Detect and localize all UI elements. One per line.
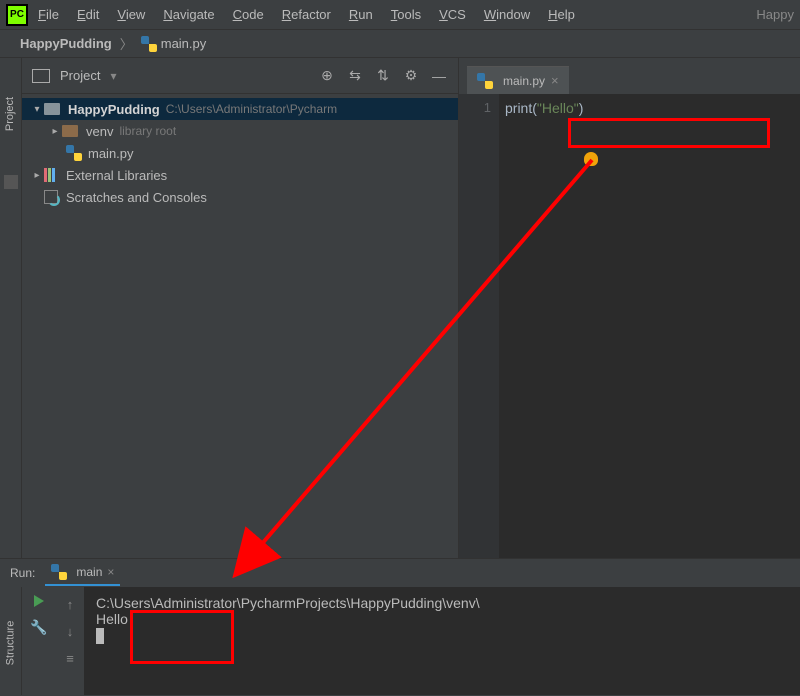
code-token-fn: print [505,100,532,116]
pycharm-logo-icon: PC [6,4,28,26]
tree-item-hint: library root [119,124,176,138]
editor-body[interactable]: 1 print("Hello") [459,94,800,558]
code-token-str: "Hello" [537,100,579,116]
chevron-right-icon: ▸ [48,126,62,137]
project-tree: ▾ HappyPudding C:\Users\Administrator\Py… [22,94,458,212]
python-file-icon [141,36,157,52]
breadcrumb: HappyPudding 〉 main.py [0,30,800,58]
menu-view[interactable]: View [117,7,145,22]
run-play-icon[interactable] [34,595,44,607]
overflow-icon[interactable]: ≡ [66,651,74,666]
menu-code[interactable]: Code [233,7,264,22]
editor-pane: main.py × 1 print("Hello") [458,58,800,558]
tree-item-label: Scratches and Consoles [66,190,207,205]
menu-help[interactable]: Help [548,7,575,22]
cursor-icon [96,628,104,644]
menu-window[interactable]: Window [484,7,530,22]
tree-root-path: C:\Users\Administrator\Pycharm [166,102,337,116]
tool-tab-icon[interactable] [4,175,18,189]
menu-file[interactable]: File [38,7,59,22]
python-file-icon [477,73,493,89]
expand-icon[interactable]: ⇆ [346,67,364,85]
editor-tab-label: main.py [503,74,545,88]
intention-bulb-icon[interactable] [584,152,598,166]
locate-icon[interactable]: ⊕ [318,67,336,85]
project-pane-header: Project ▾ ⊕ ⇆ ⇅ ⚙ — [22,58,458,94]
run-panel: Run: main × Structure 🔧 ↑ ↓ ≡ C:\Users\A… [0,558,800,695]
tree-scratches[interactable]: Scratches and Consoles [22,186,458,208]
code-area[interactable]: print("Hello") [499,94,800,558]
project-tool-tab[interactable]: Project [5,97,17,131]
line-number: 1 [459,100,491,115]
breadcrumb-separator-icon: 〉 [120,34,133,53]
console-output[interactable]: C:\Users\Administrator\PycharmProjects\H… [84,587,800,695]
menu-bar: PC File Edit View Navigate Code Refactor… [0,0,800,30]
menu-vcs[interactable]: VCS [439,7,466,22]
run-tab-main[interactable]: main × [45,560,120,586]
tree-root[interactable]: ▾ HappyPudding C:\Users\Administrator\Py… [22,98,458,120]
tree-item-label: main.py [88,146,134,161]
python-file-icon [51,564,67,580]
chevron-right-icon: ▸ [30,170,44,181]
libraries-icon [44,168,58,182]
menu-navigate[interactable]: Navigate [163,7,214,22]
python-file-icon [66,145,82,161]
chevron-down-icon: ▾ [30,104,44,115]
scratches-icon [44,190,58,204]
gear-icon[interactable]: ⚙ [402,67,420,85]
breadcrumb-project[interactable]: HappyPudding [20,36,112,51]
structure-tool-tab[interactable]: Structure [5,621,17,666]
down-arrow-icon[interactable]: ↓ [67,624,74,639]
collapse-icon[interactable]: ⇅ [374,67,392,85]
menu-refactor[interactable]: Refactor [282,7,331,22]
editor-tab-main[interactable]: main.py × [467,66,569,94]
project-header-label: Project [60,68,100,83]
project-pane: Project ▾ ⊕ ⇆ ⇅ ⚙ — ▾ HappyPudding C:\Us… [22,58,458,558]
close-icon[interactable]: × [107,565,114,579]
folder-icon [62,125,78,137]
run-toolbar-2: ↑ ↓ ≡ [56,587,84,695]
run-header: Run: main × [0,559,800,587]
minimize-icon[interactable]: — [430,67,448,85]
folder-icon [44,103,60,115]
tree-item-label: venv [86,124,113,139]
tree-venv[interactable]: ▸ venv library root [22,120,458,142]
tree-root-name: HappyPudding [68,102,160,117]
menu-run[interactable]: Run [349,7,373,22]
run-toolbar: 🔧 [22,587,56,695]
run-label: Run: [10,566,35,580]
tree-mainpy[interactable]: main.py [22,142,458,164]
menu-tools[interactable]: Tools [391,7,421,22]
menu-edit[interactable]: Edit [77,7,99,22]
dropdown-icon[interactable]: ▾ [110,69,116,83]
breadcrumb-file[interactable]: main.py [161,36,207,51]
run-tab-label: main [76,565,102,579]
window-title: Happy [756,7,794,22]
bottom-left-rail: Structure [0,587,22,695]
up-arrow-icon[interactable]: ↑ [67,597,74,612]
tree-item-label: External Libraries [66,168,167,183]
close-icon[interactable]: × [551,73,559,88]
editor-tabs: main.py × [459,58,800,94]
console-line: Hello [96,611,788,627]
editor-gutter: 1 [459,94,499,558]
console-command: C:\Users\Administrator\PycharmProjects\H… [96,595,788,611]
wrench-icon[interactable]: 🔧 [30,619,47,636]
tree-external-libraries[interactable]: ▸ External Libraries [22,164,458,186]
left-tool-rail: Project [0,58,22,558]
project-view-icon [32,69,50,83]
